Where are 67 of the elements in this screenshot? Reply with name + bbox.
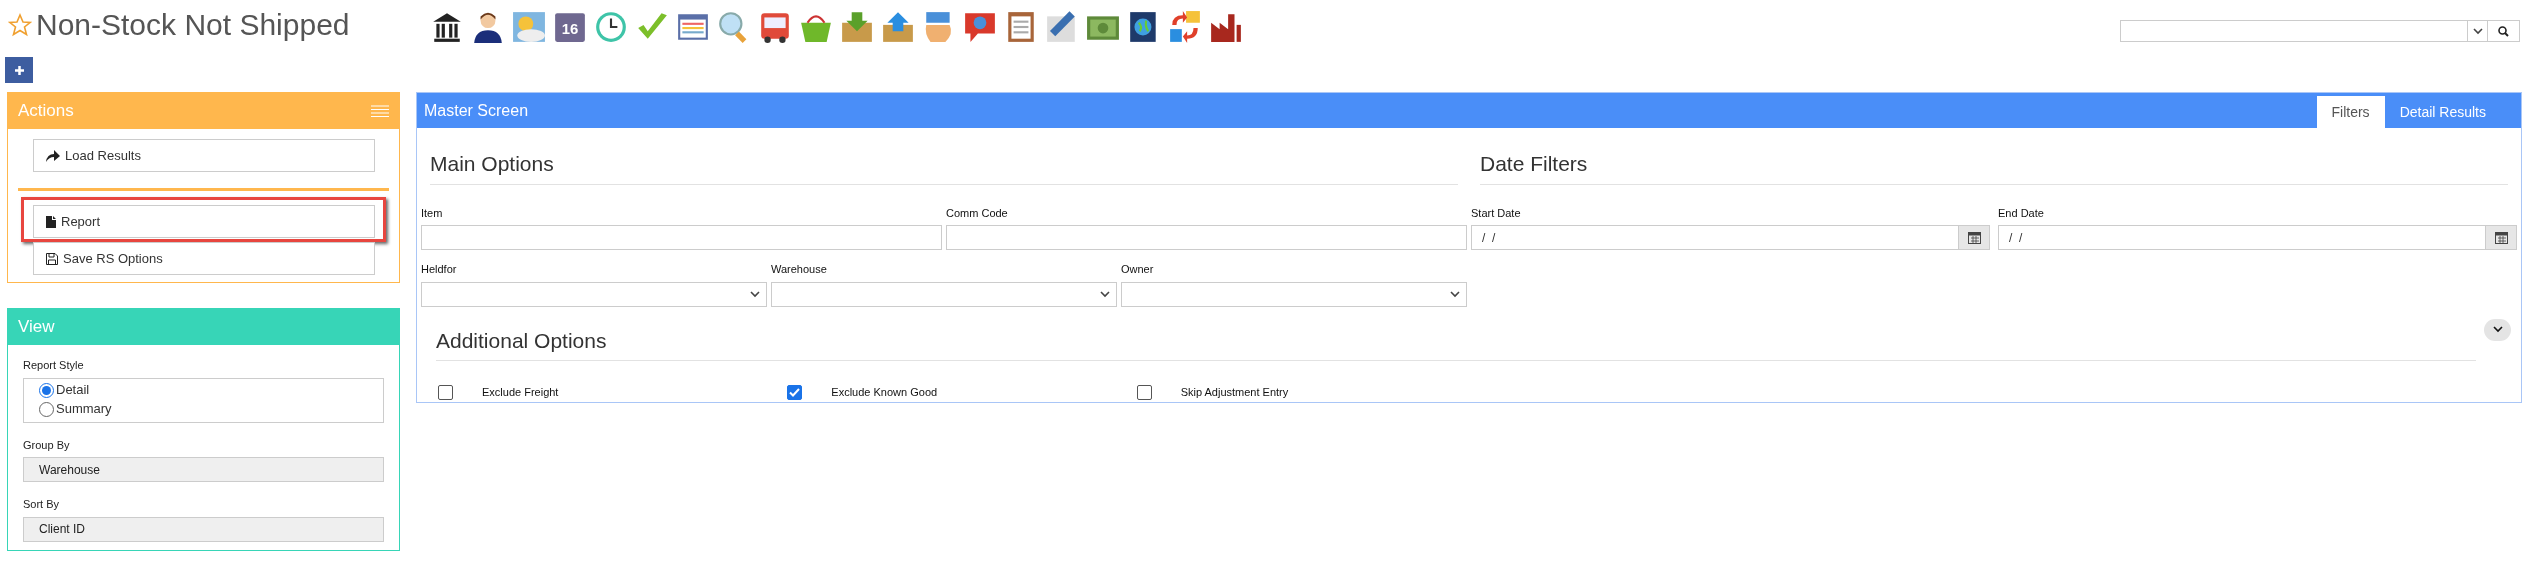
plus-icon <box>13 64 25 76</box>
chevron-down-icon <box>2472 27 2483 35</box>
calendar-icon[interactable]: 16 <box>553 10 587 44</box>
readonly-field: Client ID <box>23 516 384 542</box>
calendar-icon <box>1967 231 1981 244</box>
field-label: Report Style <box>23 358 85 373</box>
chevron-down-icon <box>1450 290 1460 298</box>
action-button[interactable]: Report <box>33 205 375 238</box>
checkbox-label: Skip Adjustment Entry <box>1180 385 1289 400</box>
date-field[interactable]: / / <box>1998 225 2486 250</box>
bank-icon[interactable] <box>430 10 464 44</box>
upload-box-icon[interactable] <box>881 10 915 44</box>
text-field[interactable] <box>421 225 942 250</box>
panel-title: Master Screen <box>424 100 529 121</box>
search-icon <box>2498 25 2509 37</box>
field-label: Sort By <box>23 497 61 512</box>
date-field[interactable]: / / <box>1471 225 1959 250</box>
field-label: Owner <box>1121 262 1155 277</box>
section-heading: Main Options <box>430 148 1458 185</box>
page-title: Non-Stock Not Shipped <box>36 10 350 40</box>
checkbox[interactable] <box>1136 384 1152 400</box>
panel-title: Actions <box>18 100 74 123</box>
action-button[interactable]: Load Results <box>33 139 375 172</box>
checkbox-label: Exclude Freight <box>482 385 559 400</box>
section-heading: Additional Options <box>436 324 2476 361</box>
checkbox-label: Exclude Known Good <box>831 385 938 400</box>
readonly-field: Warehouse <box>23 457 384 482</box>
bus-icon[interactable] <box>758 10 792 44</box>
calendar-icon <box>2494 231 2508 244</box>
chevron-down-icon <box>750 290 760 298</box>
text-field[interactable] <box>946 225 1467 250</box>
checkbox[interactable] <box>438 384 453 400</box>
search-field[interactable] <box>2120 20 2468 42</box>
chevron-down-icon <box>2492 326 2503 333</box>
share-arrow-icon <box>46 149 60 162</box>
field-label: Heldfor <box>421 262 458 277</box>
action-button[interactable]: Save RS Options <box>33 242 375 275</box>
panel-title: View <box>18 316 55 339</box>
field-label: End Date <box>1998 205 2045 221</box>
calendar-button[interactable] <box>1959 225 1990 250</box>
dropdown-field[interactable] <box>421 281 767 307</box>
field-label: Start Date <box>1471 205 1522 221</box>
section-heading: Date Filters <box>1480 148 2508 185</box>
star-icon[interactable] <box>8 13 32 37</box>
radio-button[interactable] <box>39 401 54 417</box>
chevron-down-icon <box>1100 290 1110 298</box>
field-label: Comm Code <box>946 205 1009 221</box>
radio-label: Summary <box>56 400 112 419</box>
add-button[interactable] <box>5 57 33 83</box>
calendar-button[interactable] <box>2486 225 2517 250</box>
clock-icon[interactable] <box>594 10 628 44</box>
dropdown-field[interactable] <box>1121 281 1467 307</box>
dropdown-button[interactable] <box>2468 20 2488 42</box>
field-label: Item <box>421 205 444 221</box>
collapse-button[interactable] <box>2484 318 2511 341</box>
swap-arrows-icon[interactable] <box>1168 10 1202 44</box>
search-button[interactable] <box>2488 20 2520 42</box>
radio-label: Detail <box>56 381 90 400</box>
person-icon[interactable] <box>471 10 505 44</box>
radio-button[interactable] <box>39 382 54 398</box>
tab[interactable]: Filters <box>2316 96 2385 128</box>
dropdown-field[interactable] <box>771 281 1117 307</box>
field-label: Group By <box>23 437 71 453</box>
document-icon <box>46 215 56 228</box>
download-box-icon[interactable] <box>840 10 874 44</box>
field-label: Warehouse <box>771 262 828 277</box>
checkbox[interactable] <box>787 384 803 400</box>
